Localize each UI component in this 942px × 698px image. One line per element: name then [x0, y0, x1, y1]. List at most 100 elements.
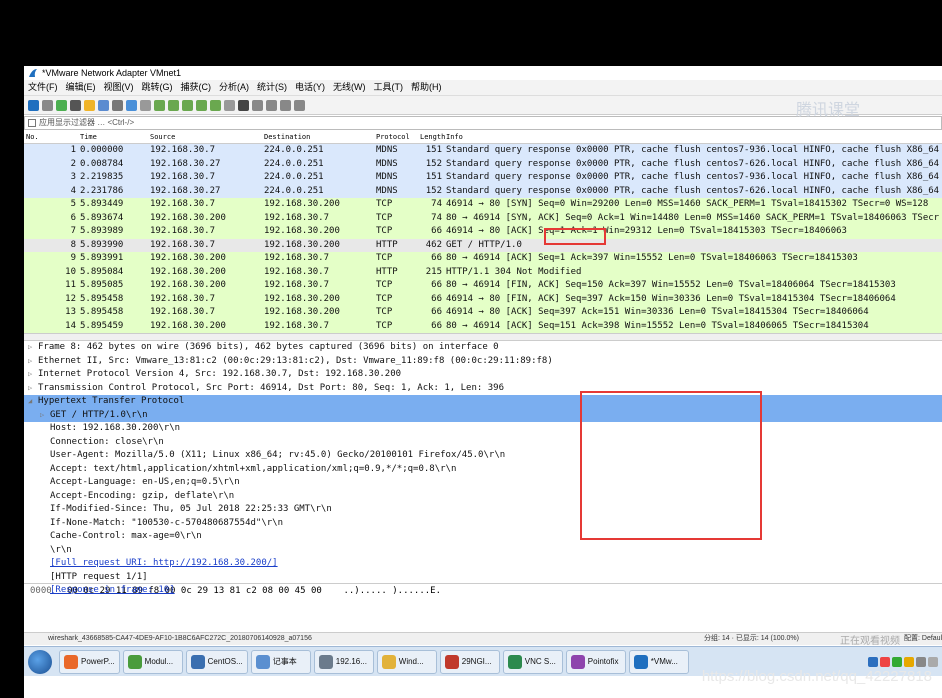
detail-line[interactable]: If-None-Match: "100530-c-570480687554d"\… [24, 517, 942, 531]
menu-item[interactable]: 跳转(G) [142, 80, 173, 95]
col-source-header[interactable]: Source [150, 131, 264, 143]
taskbar-button[interactable]: PowerP... [59, 649, 120, 674]
bookmark-icon[interactable] [28, 119, 36, 127]
packet-row[interactable]: 2 0.008784 192.168.30.27 224.0.0.251 MDNS 152… [24, 157, 942, 171]
packet-row[interactable]: 8 5.893990 192.168.30.7 192.168.30.200 HTTP 4… [24, 238, 942, 252]
col-destination-header[interactable]: Destination [264, 131, 376, 143]
tray-icon[interactable] [904, 656, 914, 667]
detail-line[interactable]: [Response in frame: 10] [24, 584, 942, 598]
menu-item[interactable]: 统计(S) [257, 80, 287, 95]
normal-size-icon[interactable] [280, 99, 291, 111]
close-file-icon[interactable] [112, 99, 123, 111]
detail-line[interactable]: ▷ Transmission Control Protocol, Src Port… [24, 382, 942, 396]
find-packet-icon[interactable] [140, 99, 151, 111]
pane-splitter[interactable] [24, 333, 942, 341]
zoom-out-icon[interactable] [266, 99, 277, 111]
start-button[interactable] [28, 649, 52, 674]
detail-line[interactable]: Connection: close\r\n [24, 436, 942, 450]
packet-row[interactable]: 9 5.893991 192.168.30.200 192.168.30.7 TCP 66… [24, 252, 942, 266]
stop-capture-icon[interactable] [42, 99, 53, 111]
detail-line[interactable]: User-Agent: Mozilla/5.0 (X11; Linux x86_… [24, 449, 942, 463]
menu-item[interactable]: 分析(A) [219, 80, 249, 95]
tray-icon[interactable] [928, 656, 938, 667]
menu-item[interactable]: 帮助(H) [411, 80, 442, 95]
packet-row[interactable]: 13 5.895458 192.168.30.7 192.168.30.200 TCP 6… [24, 306, 942, 320]
detail-line[interactable]: ▷ GET / HTTP/1.0\r\n [24, 408, 942, 423]
menu-item[interactable]: 无线(W) [333, 80, 366, 95]
taskbar-button[interactable]: VNC S... [502, 649, 563, 674]
go-to-packet-icon[interactable] [182, 99, 193, 111]
detail-line[interactable]: ▷ Internet Protocol Version 4, Src: 192.1… [24, 368, 942, 382]
col-time-header[interactable]: Time [80, 131, 150, 143]
autoscroll-icon[interactable] [224, 99, 235, 111]
detail-line[interactable]: Accept-Encoding: gzip, deflate\r\n [24, 490, 942, 504]
reload-icon[interactable] [126, 99, 137, 111]
detail-line[interactable]: Accept: text/html,application/xhtml+xml,… [24, 463, 942, 477]
detail-line[interactable]: Accept-Language: en-US,en;q=0.5\r\n [24, 476, 942, 490]
expand-arrow-icon[interactable]: ▷ [28, 355, 38, 369]
save-file-icon[interactable] [98, 99, 109, 111]
col-protocol-header[interactable]: Protocol [376, 131, 420, 143]
taskbar-button[interactable]: 记事本 [250, 649, 311, 674]
detail-line[interactable]: [Full request URI: http://192.168.30.200… [24, 557, 942, 571]
expand-arrow-icon[interactable]: ◢ [28, 395, 38, 409]
detail-line[interactable]: ◢ Hypertext Transfer Protocol [24, 395, 942, 409]
menu-item[interactable]: 编辑(E) [66, 80, 96, 95]
expand-arrow-icon[interactable]: ▷ [28, 368, 38, 382]
packet-row[interactable]: 1 0.000000 192.168.30.7 224.0.0.251 MDNS 151 S… [24, 144, 942, 158]
expand-arrow-icon[interactable]: ▷ [28, 341, 38, 355]
detail-line[interactable]: Cache-Control: max-age=0\r\n [24, 530, 942, 544]
taskbar-button[interactable]: CentOS... [185, 649, 248, 674]
packet-row[interactable]: 5 5.893449 192.168.30.7 192.168.30.200 TCP 74… [24, 198, 942, 212]
cell-src: 192.168.30.7 [150, 145, 216, 155]
taskbar-button[interactable]: Modul... [122, 649, 183, 674]
taskbar-button[interactable]: Wind... [376, 649, 437, 674]
packet-row[interactable]: 12 5.895458 192.168.30.7 192.168.30.200 TCP 6… [24, 292, 942, 306]
packet-row[interactable]: 11 5.895085 192.168.30.200 192.168.30.7 TCP 6… [24, 279, 942, 293]
taskbar-button[interactable]: 29NGI... [439, 649, 500, 674]
detail-text[interactable]: [Response in frame: 10] [50, 585, 175, 595]
packet-row[interactable]: 7 5.893989 192.168.30.7 192.168.30.200 TCP 66… [24, 225, 942, 239]
go-forward-icon[interactable] [168, 99, 179, 111]
detail-text[interactable]: [Full request URI: http://192.168.30.200… [50, 558, 278, 568]
packet-row[interactable]: 4 2.231786 192.168.30.27 224.0.0.251 MDNS 152… [24, 184, 942, 198]
taskbar-button[interactable]: Pointofix [565, 649, 626, 674]
detail-line[interactable]: Host: 192.168.30.200\r\n [24, 422, 942, 436]
tray-icon[interactable] [892, 656, 902, 667]
packet-row[interactable]: 10 5.895084 192.168.30.200 192.168.30.7 HTTP… [24, 265, 942, 279]
col-no-header[interactable]: No. [24, 131, 80, 143]
first-packet-icon[interactable] [196, 99, 207, 111]
open-file-icon[interactable] [84, 99, 95, 111]
tray-icon[interactable] [916, 656, 926, 667]
restart-capture-icon[interactable] [56, 99, 67, 111]
packet-row[interactable]: 14 5.895459 192.168.30.200 192.168.30.7 TCP 6… [24, 319, 942, 333]
capture-options-icon[interactable] [70, 99, 81, 111]
zoom-in-icon[interactable] [252, 99, 263, 111]
col-info-header[interactable]: Info [446, 131, 942, 143]
packet-row[interactable]: 3 2.219835 192.168.30.7 224.0.0.251 MDNS 151 S… [24, 171, 942, 185]
detail-line[interactable]: ▷ Frame 8: 462 bytes on wire (3696 bits),… [24, 341, 942, 355]
detail-line[interactable]: \r\n [24, 544, 942, 558]
taskbar-button[interactable]: *VMw... [628, 649, 689, 674]
resize-columns-icon[interactable] [294, 99, 305, 111]
detail-line[interactable]: If-Modified-Since: Thu, 05 Jul 2018 22:2… [24, 503, 942, 517]
detail-line[interactable]: [HTTP request 1/1] [24, 571, 942, 585]
menu-item[interactable]: 电话(Y) [295, 80, 325, 95]
status-profile[interactable]: 配置: Default [904, 633, 942, 645]
go-back-icon[interactable] [154, 99, 165, 111]
menu-item[interactable]: 文件(F) [28, 80, 58, 95]
tray-icon[interactable] [868, 656, 878, 667]
taskbar-button[interactable]: 192.16... [313, 649, 374, 674]
packet-row[interactable]: 6 5.893674 192.168.30.200 192.168.30.7 TCP 74… [24, 211, 942, 225]
expand-arrow-icon[interactable]: ▷ [40, 409, 50, 423]
tray-icon[interactable] [880, 656, 890, 667]
colorize-icon[interactable] [238, 99, 249, 111]
start-capture-icon[interactable] [28, 99, 39, 111]
menu-item[interactable]: 捕获(C) [181, 80, 212, 95]
expand-arrow-icon[interactable]: ▷ [28, 382, 38, 396]
last-packet-icon[interactable] [210, 99, 221, 111]
menu-item[interactable]: 视图(V) [104, 80, 134, 95]
detail-line[interactable]: ▷ Ethernet II, Src: Vmware_13:81:c2 (00:0… [24, 355, 942, 369]
menu-item[interactable]: 工具(T) [374, 80, 404, 95]
col-length-header[interactable]: Length [420, 131, 446, 143]
